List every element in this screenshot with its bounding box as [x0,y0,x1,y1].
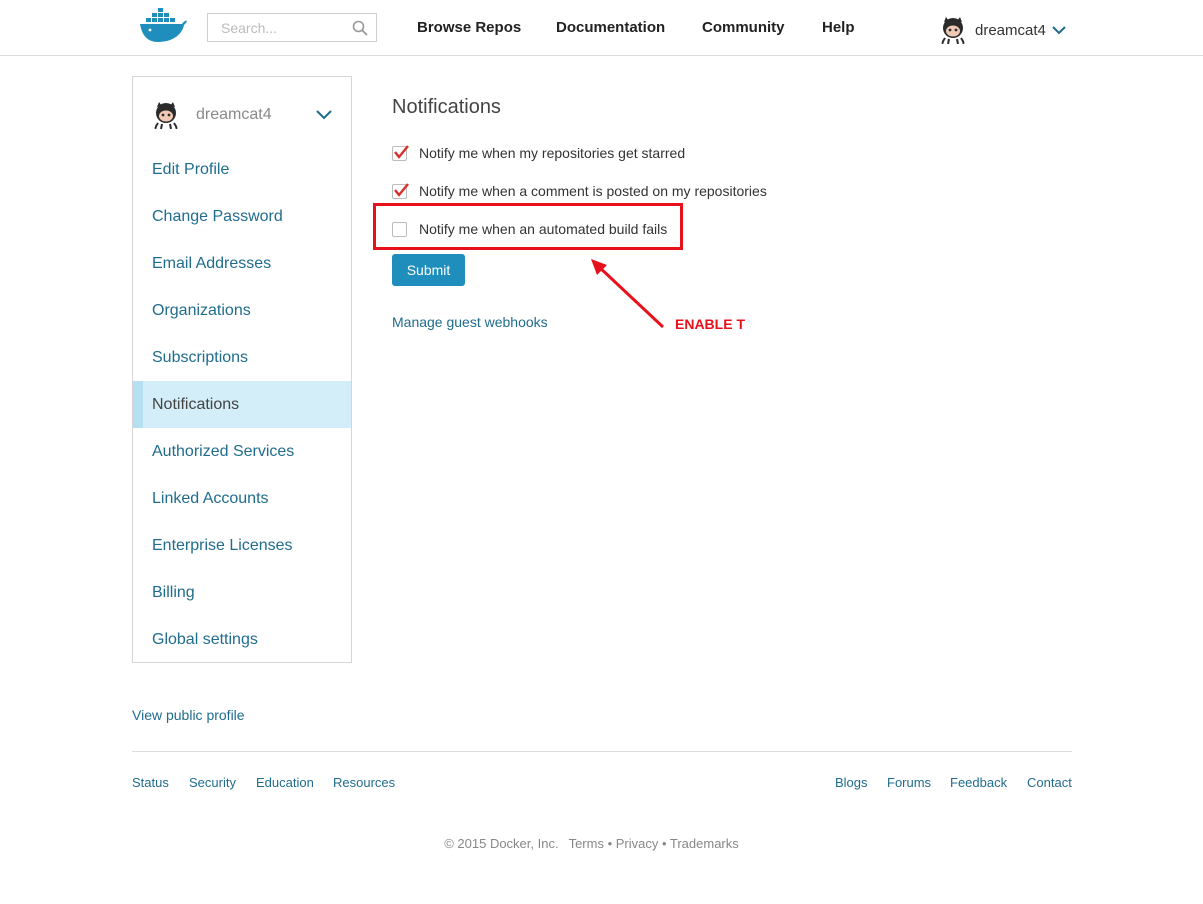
sidebar-item-billing[interactable]: Billing [133,569,351,616]
manage-webhooks-link[interactable]: Manage guest webhooks [392,314,548,330]
view-public-profile-link[interactable]: View public profile [132,707,245,723]
page-title: Notifications [392,96,501,118]
sidebar-item-notifications[interactable]: Notifications [133,381,351,428]
top-header: Browse Repos Documentation Community Hel… [0,0,1203,56]
header-username[interactable]: dreamcat4 [975,22,1046,39]
chevron-down-icon[interactable] [316,110,332,120]
annotation-highlight-box [373,203,683,250]
sidebar-item-label: Change Password [152,207,283,225]
footer-link-security[interactable]: Security [189,775,236,790]
footer-link-contact[interactable]: Contact [1027,775,1072,790]
sidebar-item-enterprise-licenses[interactable]: Enterprise Licenses [133,522,351,569]
sidebar-item-label: Email Addresses [152,254,272,272]
search-box[interactable] [207,13,377,42]
sidebar-item-email-addresses[interactable]: Email Addresses [133,240,351,287]
chevron-down-icon[interactable] [1052,25,1066,35]
copyright-text: © 2015 Docker, Inc. [444,836,559,851]
footer-link-blogs[interactable]: Blogs [835,775,868,790]
checkmark-icon [394,182,409,197]
notify-starred-checkbox[interactable] [392,144,409,161]
avatar-icon [154,102,178,129]
sidebar-item-label: Subscriptions [152,348,249,366]
sidebar-item-label: Notifications [152,395,240,413]
submit-button[interactable]: Submit [392,254,465,286]
footer-link-status[interactable]: Status [132,775,169,790]
footer-divider [132,751,1072,752]
account-switcher[interactable]: dreamcat4 [152,99,332,131]
settings-sidebar: dreamcat4 Edit Profile Change Password E… [132,76,352,663]
notify-comment-option[interactable]: Notify me when a comment is posted on my… [392,181,767,201]
legal-links[interactable]: Terms • Privacy • Trademarks [569,836,739,851]
annotation-arrow-icon [591,259,665,329]
nav-browse-repos[interactable]: Browse Repos [417,19,521,36]
nav-help[interactable]: Help [822,19,855,36]
sidebar-item-subscriptions[interactable]: Subscriptions [133,334,351,381]
footer-link-education[interactable]: Education [256,775,314,790]
sidebar-item-label: Enterprise Licenses [152,536,293,554]
sidebar-item-change-password[interactable]: Change Password [133,193,351,240]
search-input[interactable] [208,14,348,41]
sidebar-item-organizations[interactable]: Organizations [133,287,351,334]
sidebar-item-label: Global settings [152,630,258,648]
checkmark-icon [394,144,409,159]
sidebar-item-edit-profile[interactable]: Edit Profile [133,146,351,193]
footer-link-resources[interactable]: Resources [333,775,395,790]
nav-community[interactable]: Community [702,19,785,36]
notify-starred-label: Notify me when my repositories get starr… [419,145,686,161]
sidebar-item-label: Organizations [152,301,251,319]
footer-link-feedback[interactable]: Feedback [950,775,1007,790]
notify-starred-option[interactable]: Notify me when my repositories get starr… [392,143,685,163]
copyright-bar: © 2015 Docker, Inc. Terms • Privacy • Tra… [0,836,1183,851]
docker-logo-icon[interactable] [138,6,188,44]
sidebar-username: dreamcat4 [196,106,272,123]
sidebar-item-label: Edit Profile [152,160,230,178]
avatar-icon [941,17,965,44]
notify-comment-label: Notify me when a comment is posted on my… [419,183,767,199]
sidebar-item-linked-accounts[interactable]: Linked Accounts [133,475,351,522]
footer-link-forums[interactable]: Forums [887,775,931,790]
sidebar-item-global-settings[interactable]: Global settings [133,616,351,663]
search-icon[interactable] [352,20,368,36]
annotation-text: ENABLE T [675,316,745,332]
sidebar-item-authorized-services[interactable]: Authorized Services [133,428,351,475]
notify-comment-checkbox[interactable] [392,182,409,199]
nav-documentation[interactable]: Documentation [556,19,665,36]
user-menu[interactable]: dreamcat4 [939,15,1066,45]
sidebar-item-label: Billing [152,583,195,601]
sidebar-item-label: Authorized Services [152,442,295,460]
sidebar-item-label: Linked Accounts [152,489,269,507]
